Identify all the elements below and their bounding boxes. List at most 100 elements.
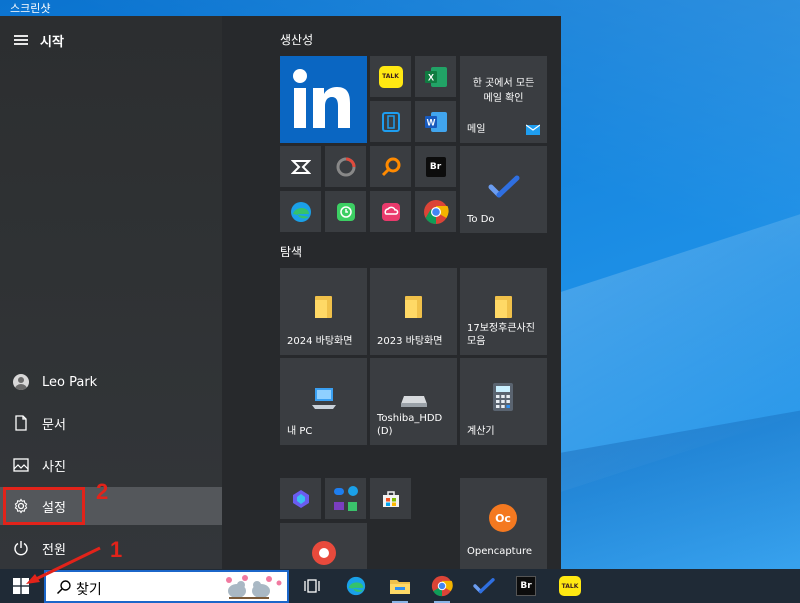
tile-folder-2023[interactable]: 2023 바탕화면 — [370, 268, 457, 355]
rail-item-documents[interactable]: 문서 — [0, 404, 222, 442]
pictures-label: 사진 — [42, 459, 66, 475]
taskbar-todo[interactable] — [470, 572, 498, 600]
word-icon: W — [424, 111, 447, 132]
task-view-icon — [304, 579, 320, 593]
bridge-icon: Br — [516, 576, 536, 596]
edge-icon — [346, 576, 366, 596]
magnifier-icon — [381, 157, 400, 176]
chrome-icon — [423, 199, 449, 224]
tile-bridge[interactable]: Br — [415, 146, 456, 187]
mail-icon — [526, 124, 540, 135]
tile-mail[interactable]: 한 곳에서 모든 메일 확인 메일 — [460, 56, 547, 143]
tile-store[interactable] — [370, 478, 411, 519]
todo-label: To Do — [467, 214, 495, 225]
store-icon — [382, 490, 399, 507]
svg-text:X: X — [427, 72, 433, 82]
kakaotalk-icon: TALK — [559, 576, 581, 596]
taskbar-file-explorer[interactable] — [386, 572, 414, 603]
rail-item-pictures[interactable]: 사진 — [0, 446, 222, 484]
excel-icon: X — [424, 66, 447, 87]
taskbar-kakaotalk[interactable]: TALK — [556, 572, 584, 600]
folder-icon — [390, 580, 410, 594]
start-menu: 시작 Leo Park 문서 사진 설정 전원 2 생산성 TALK X W 한… — [0, 16, 561, 569]
toshiba-drive-label: Toshiba_HDD (D) — [377, 413, 443, 437]
tile-creative-cloud[interactable] — [370, 191, 411, 232]
this-pc-label: 내 PC — [287, 426, 313, 437]
folder-icon — [405, 296, 422, 318]
callout-arrow — [26, 546, 101, 584]
document-icon — [0, 415, 42, 431]
task-view-button[interactable] — [298, 572, 326, 600]
linkedin-icon — [293, 69, 350, 128]
screenshot-caption: 스크린샷 — [10, 2, 51, 15]
tile-folder-2024[interactable]: 2024 바탕화면 — [280, 268, 367, 355]
taskbar-bridge[interactable]: Br — [512, 572, 540, 600]
calculator-icon — [493, 383, 513, 411]
svg-text:W: W — [426, 117, 435, 127]
clipboard-icon — [381, 111, 400, 132]
clock-app-icon — [336, 202, 355, 221]
todo-check-icon — [488, 175, 520, 198]
mail-label: 메일 — [467, 124, 486, 135]
folder-2024-label: 2024 바탕화면 — [287, 336, 353, 347]
opencapture-label: Opencapture — [467, 546, 532, 557]
tile-folder-photos[interactable]: 17보정후큰사진모음 — [460, 268, 547, 355]
tile-copilot[interactable] — [280, 478, 321, 519]
creative-cloud-icon — [381, 202, 400, 221]
group-label-productivity: 생산성 — [280, 33, 314, 47]
tile-capcut[interactable] — [280, 146, 321, 187]
tile-this-pc[interactable]: 내 PC — [280, 358, 367, 445]
tile-clipboard-app[interactable] — [370, 101, 411, 142]
tile-linkedin[interactable] — [280, 56, 367, 143]
taskbar: 찾기 Br TALK — [0, 569, 800, 603]
mail-tile-text: 한 곳에서 모든 메일 확인 — [472, 78, 535, 104]
birds-decoration-icon — [226, 575, 282, 599]
settings-highlight-box — [3, 487, 85, 525]
folder-icon — [315, 296, 332, 318]
tile-excel[interactable]: X — [415, 56, 456, 97]
tiles-area: 생산성 TALK X W 한 곳에서 모든 메일 확인 메일 Br To Do … — [222, 16, 561, 569]
tile-edge[interactable] — [280, 191, 321, 232]
kakaotalk-icon: TALK — [378, 65, 403, 88]
tile-toshiba-drive[interactable]: Toshiba_HDD (D) — [370, 358, 457, 445]
capcut-icon — [290, 159, 311, 174]
computer-icon — [312, 388, 336, 409]
davinci-icon — [336, 157, 355, 176]
office-apps-icon — [331, 484, 361, 514]
picture-icon — [0, 458, 42, 472]
tile-search-app[interactable] — [370, 146, 411, 187]
bridge-icon: Br — [425, 156, 446, 177]
drive-icon — [401, 396, 427, 407]
opencapture-icon: Oc — [489, 504, 517, 532]
hamburger-icon[interactable] — [14, 35, 28, 45]
avatar — [13, 374, 29, 390]
group-label-explore: 탐색 — [280, 245, 303, 259]
tile-kakaotalk[interactable]: TALK — [370, 56, 411, 97]
taskbar-chrome[interactable] — [428, 572, 456, 603]
callout-number-1: 1 — [110, 537, 123, 562]
tile-calculator[interactable]: 계산기 — [460, 358, 547, 445]
todo-check-icon — [473, 578, 495, 594]
tile-word[interactable]: W — [415, 101, 456, 142]
tile-opencapture[interactable]: Oc Opencapture — [460, 478, 547, 569]
tile-office-folder[interactable] — [325, 478, 366, 519]
tile-chrome[interactable] — [415, 191, 456, 232]
folder-photos-label: 17보정후큰사진모음 — [467, 323, 535, 347]
documents-label: 문서 — [42, 417, 66, 433]
tile-clock-app[interactable] — [325, 191, 366, 232]
calculator-label: 계산기 — [467, 426, 495, 437]
edge-icon — [290, 201, 311, 222]
chrome-icon — [431, 575, 453, 597]
folder-icon — [495, 296, 512, 318]
tile-todo[interactable]: To Do — [460, 146, 547, 233]
copilot-icon — [292, 489, 309, 508]
tile-davinci[interactable] — [325, 146, 366, 187]
user-name: Leo Park — [42, 374, 98, 390]
callout-number-2: 2 — [96, 479, 109, 504]
tile-photo-app[interactable] — [280, 523, 367, 569]
start-header[interactable]: 시작 — [14, 30, 64, 50]
folder-2023-label: 2023 바탕화면 — [377, 336, 443, 347]
taskbar-edge[interactable] — [342, 572, 370, 600]
start-title: 시작 — [40, 34, 64, 50]
rail-item-user[interactable]: Leo Park — [0, 363, 222, 401]
